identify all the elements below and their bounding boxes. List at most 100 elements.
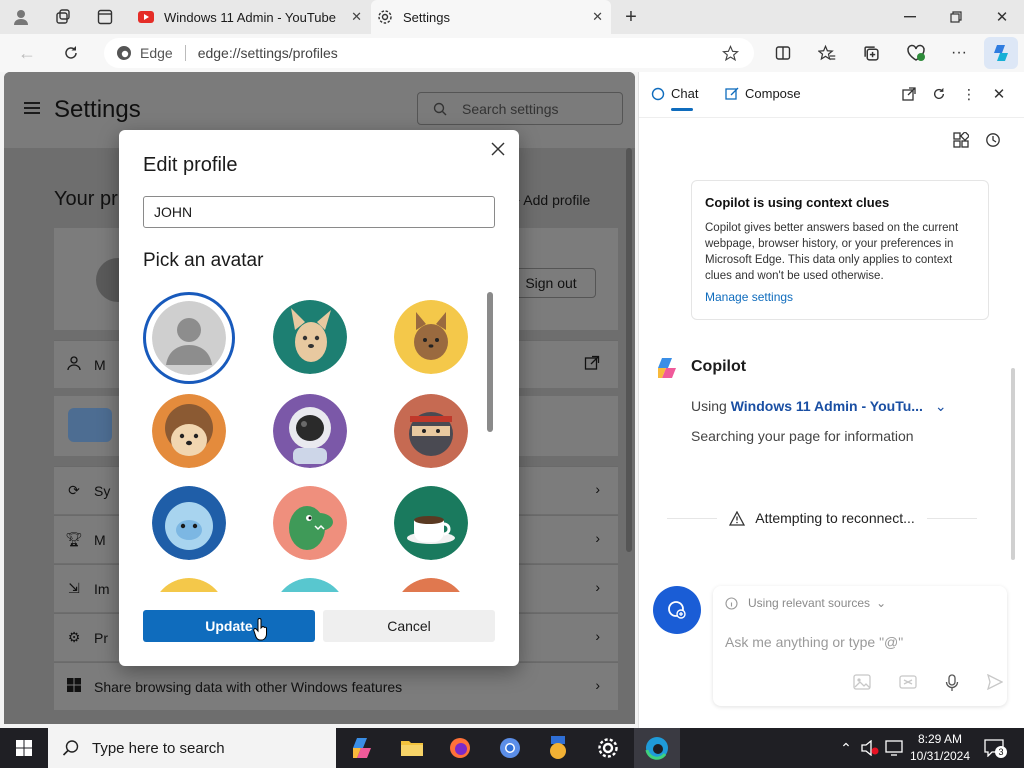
info-icon — [725, 596, 738, 610]
settings-search-input[interactable]: Search settings — [417, 92, 623, 125]
time-text: 8:29 AM — [917, 732, 963, 746]
avatar-partial[interactable] — [152, 578, 226, 592]
new-chat-button[interactable] — [653, 586, 701, 634]
chevron-right-icon: › — [595, 628, 600, 644]
close-window-icon[interactable]: ✕ — [990, 6, 1014, 28]
collections-icon[interactable] — [860, 42, 882, 64]
menu-icon[interactable] — [24, 102, 40, 114]
firefox-icon[interactable] — [440, 732, 480, 764]
avatar-coffee-cup[interactable] — [394, 486, 468, 560]
app-badge-icon[interactable] — [538, 732, 578, 764]
chevron-right-icon: › — [595, 530, 600, 546]
refresh-icon[interactable] — [929, 84, 949, 104]
url-text: edge://settings/profiles — [197, 45, 338, 61]
relevant-sources-toggle[interactable]: Using relevant sources ⌄ — [725, 596, 886, 610]
close-tab-icon[interactable]: ✕ — [351, 9, 362, 25]
avatar-dog[interactable] — [273, 300, 347, 374]
taskbar: Type here to search ⌃ 8:29 AM 10/31/2024… — [0, 728, 1024, 768]
tab-settings[interactable]: Settings ✕ — [371, 0, 611, 34]
avatar-astronaut[interactable] — [273, 394, 347, 468]
site-label: Edge — [140, 45, 173, 61]
taskbar-search-box[interactable]: Type here to search — [48, 728, 336, 768]
ask-input[interactable]: Ask me anything or type "@" — [725, 634, 903, 650]
send-icon[interactable] — [986, 673, 1004, 697]
youtube-icon — [138, 9, 154, 25]
avatar-cat[interactable] — [394, 300, 468, 374]
avatar-dinosaur[interactable] — [273, 486, 347, 560]
taskbar-clock[interactable]: 8:29 AM 10/31/2024 — [908, 731, 972, 765]
profile-name-input[interactable] — [143, 196, 495, 228]
open-in-new-icon[interactable] — [899, 84, 919, 104]
new-tab-icon[interactable]: + — [620, 6, 642, 28]
start-button[interactable] — [0, 728, 48, 768]
chat-icon — [651, 87, 665, 100]
external-link-icon — [584, 355, 600, 374]
tab-actions-icon[interactable] — [92, 6, 118, 28]
plugins-icon[interactable] — [951, 130, 971, 150]
notification-center-icon[interactable]: 3 — [980, 736, 1008, 760]
workspaces-icon[interactable] — [50, 6, 76, 28]
avatar-default-person[interactable] — [152, 301, 226, 375]
tab-strip: Windows 11 Admin - YouTube ✕ Settings ✕ … — [0, 0, 1024, 34]
chevron-up-icon[interactable]: ⌃ — [838, 738, 854, 758]
settings-taskbar-icon[interactable] — [588, 732, 628, 764]
notification-badge: 3 — [995, 746, 1007, 758]
edge-taskbar-icon[interactable] — [634, 728, 680, 768]
close-icon[interactable] — [487, 138, 509, 160]
tab-youtube[interactable]: Windows 11 Admin - YouTube ✕ — [130, 0, 370, 34]
close-tab-icon[interactable]: ✕ — [592, 9, 603, 25]
chevron-right-icon: › — [595, 579, 600, 595]
more-options-icon[interactable]: ⋮ — [959, 84, 979, 104]
manage-settings-link[interactable]: Manage settings — [705, 290, 975, 304]
restore-icon[interactable] — [944, 6, 968, 28]
new-chat-icon — [668, 601, 686, 619]
split-screen-icon[interactable] — [772, 42, 794, 64]
chevron-down-icon[interactable]: ⌄ — [935, 398, 947, 414]
cancel-button[interactable]: Cancel — [323, 610, 495, 642]
image-icon[interactable] — [853, 674, 871, 697]
page-title: Settings — [54, 96, 141, 123]
tab-chat[interactable]: Chat — [651, 86, 698, 111]
avatar-partial[interactable] — [394, 578, 468, 592]
sign-out-button[interactable]: Sign out — [506, 268, 596, 298]
browser-essentials-icon[interactable] — [904, 42, 928, 64]
context-card-body: Copilot gives better answers based on th… — [705, 222, 959, 282]
reconnect-notice: Attempting to reconnect... — [655, 510, 989, 526]
history-icon[interactable] — [983, 130, 1003, 150]
copilot-taskbar-icon[interactable] — [342, 732, 382, 764]
favorite-star-icon[interactable] — [720, 44, 740, 62]
context-clues-card: Copilot is using context clues Copilot g… — [691, 180, 989, 320]
avatar-yeti[interactable] — [152, 486, 226, 560]
more-options-icon[interactable]: ··· — [948, 42, 970, 64]
favorites-icon[interactable] — [816, 42, 838, 64]
profile-preferences-icon: ⚙ — [67, 629, 81, 645]
avatar-ninja[interactable] — [394, 394, 468, 468]
chat-composer[interactable]: Using relevant sources ⌄ Ask me anything… — [713, 586, 1007, 706]
screenshot-icon[interactable] — [899, 674, 917, 697]
using-source-link[interactable]: Windows 11 Admin - YouTu... — [731, 398, 923, 414]
address-toolbar: ← Edge edge://settings/profiles ··· — [0, 34, 1024, 72]
minimize-icon[interactable] — [898, 6, 922, 28]
edge-logo-icon — [116, 45, 132, 61]
back-icon[interactable]: ← — [16, 42, 38, 64]
profile-icon[interactable] — [8, 6, 34, 28]
file-explorer-icon[interactable] — [392, 732, 432, 764]
copilot-icon[interactable] — [984, 37, 1018, 69]
microphone-icon[interactable] — [945, 674, 959, 697]
settings-row[interactable]: Share browsing data with other Windows f… — [54, 662, 618, 710]
refresh-icon[interactable] — [60, 42, 82, 64]
add-profile-button[interactable]: + Add profile — [512, 192, 590, 208]
volume-muted-icon[interactable] — [860, 738, 880, 758]
update-button[interactable]: Update — [143, 610, 315, 642]
chrome-icon[interactable] — [490, 732, 530, 764]
sign-out-label: Sign out — [525, 275, 577, 291]
page-scrollbar[interactable] — [626, 148, 632, 552]
avatar-hedgehog[interactable] — [152, 394, 226, 468]
network-icon[interactable] — [884, 738, 904, 758]
avatar-scrollbar[interactable] — [487, 292, 493, 432]
close-icon[interactable]: ✕ — [989, 84, 1009, 104]
avatar-partial[interactable] — [273, 578, 347, 592]
address-bar[interactable]: Edge edge://settings/profiles — [104, 38, 754, 68]
tab-compose[interactable]: Compose — [725, 86, 801, 101]
copilot-scrollbar[interactable] — [1011, 368, 1015, 560]
